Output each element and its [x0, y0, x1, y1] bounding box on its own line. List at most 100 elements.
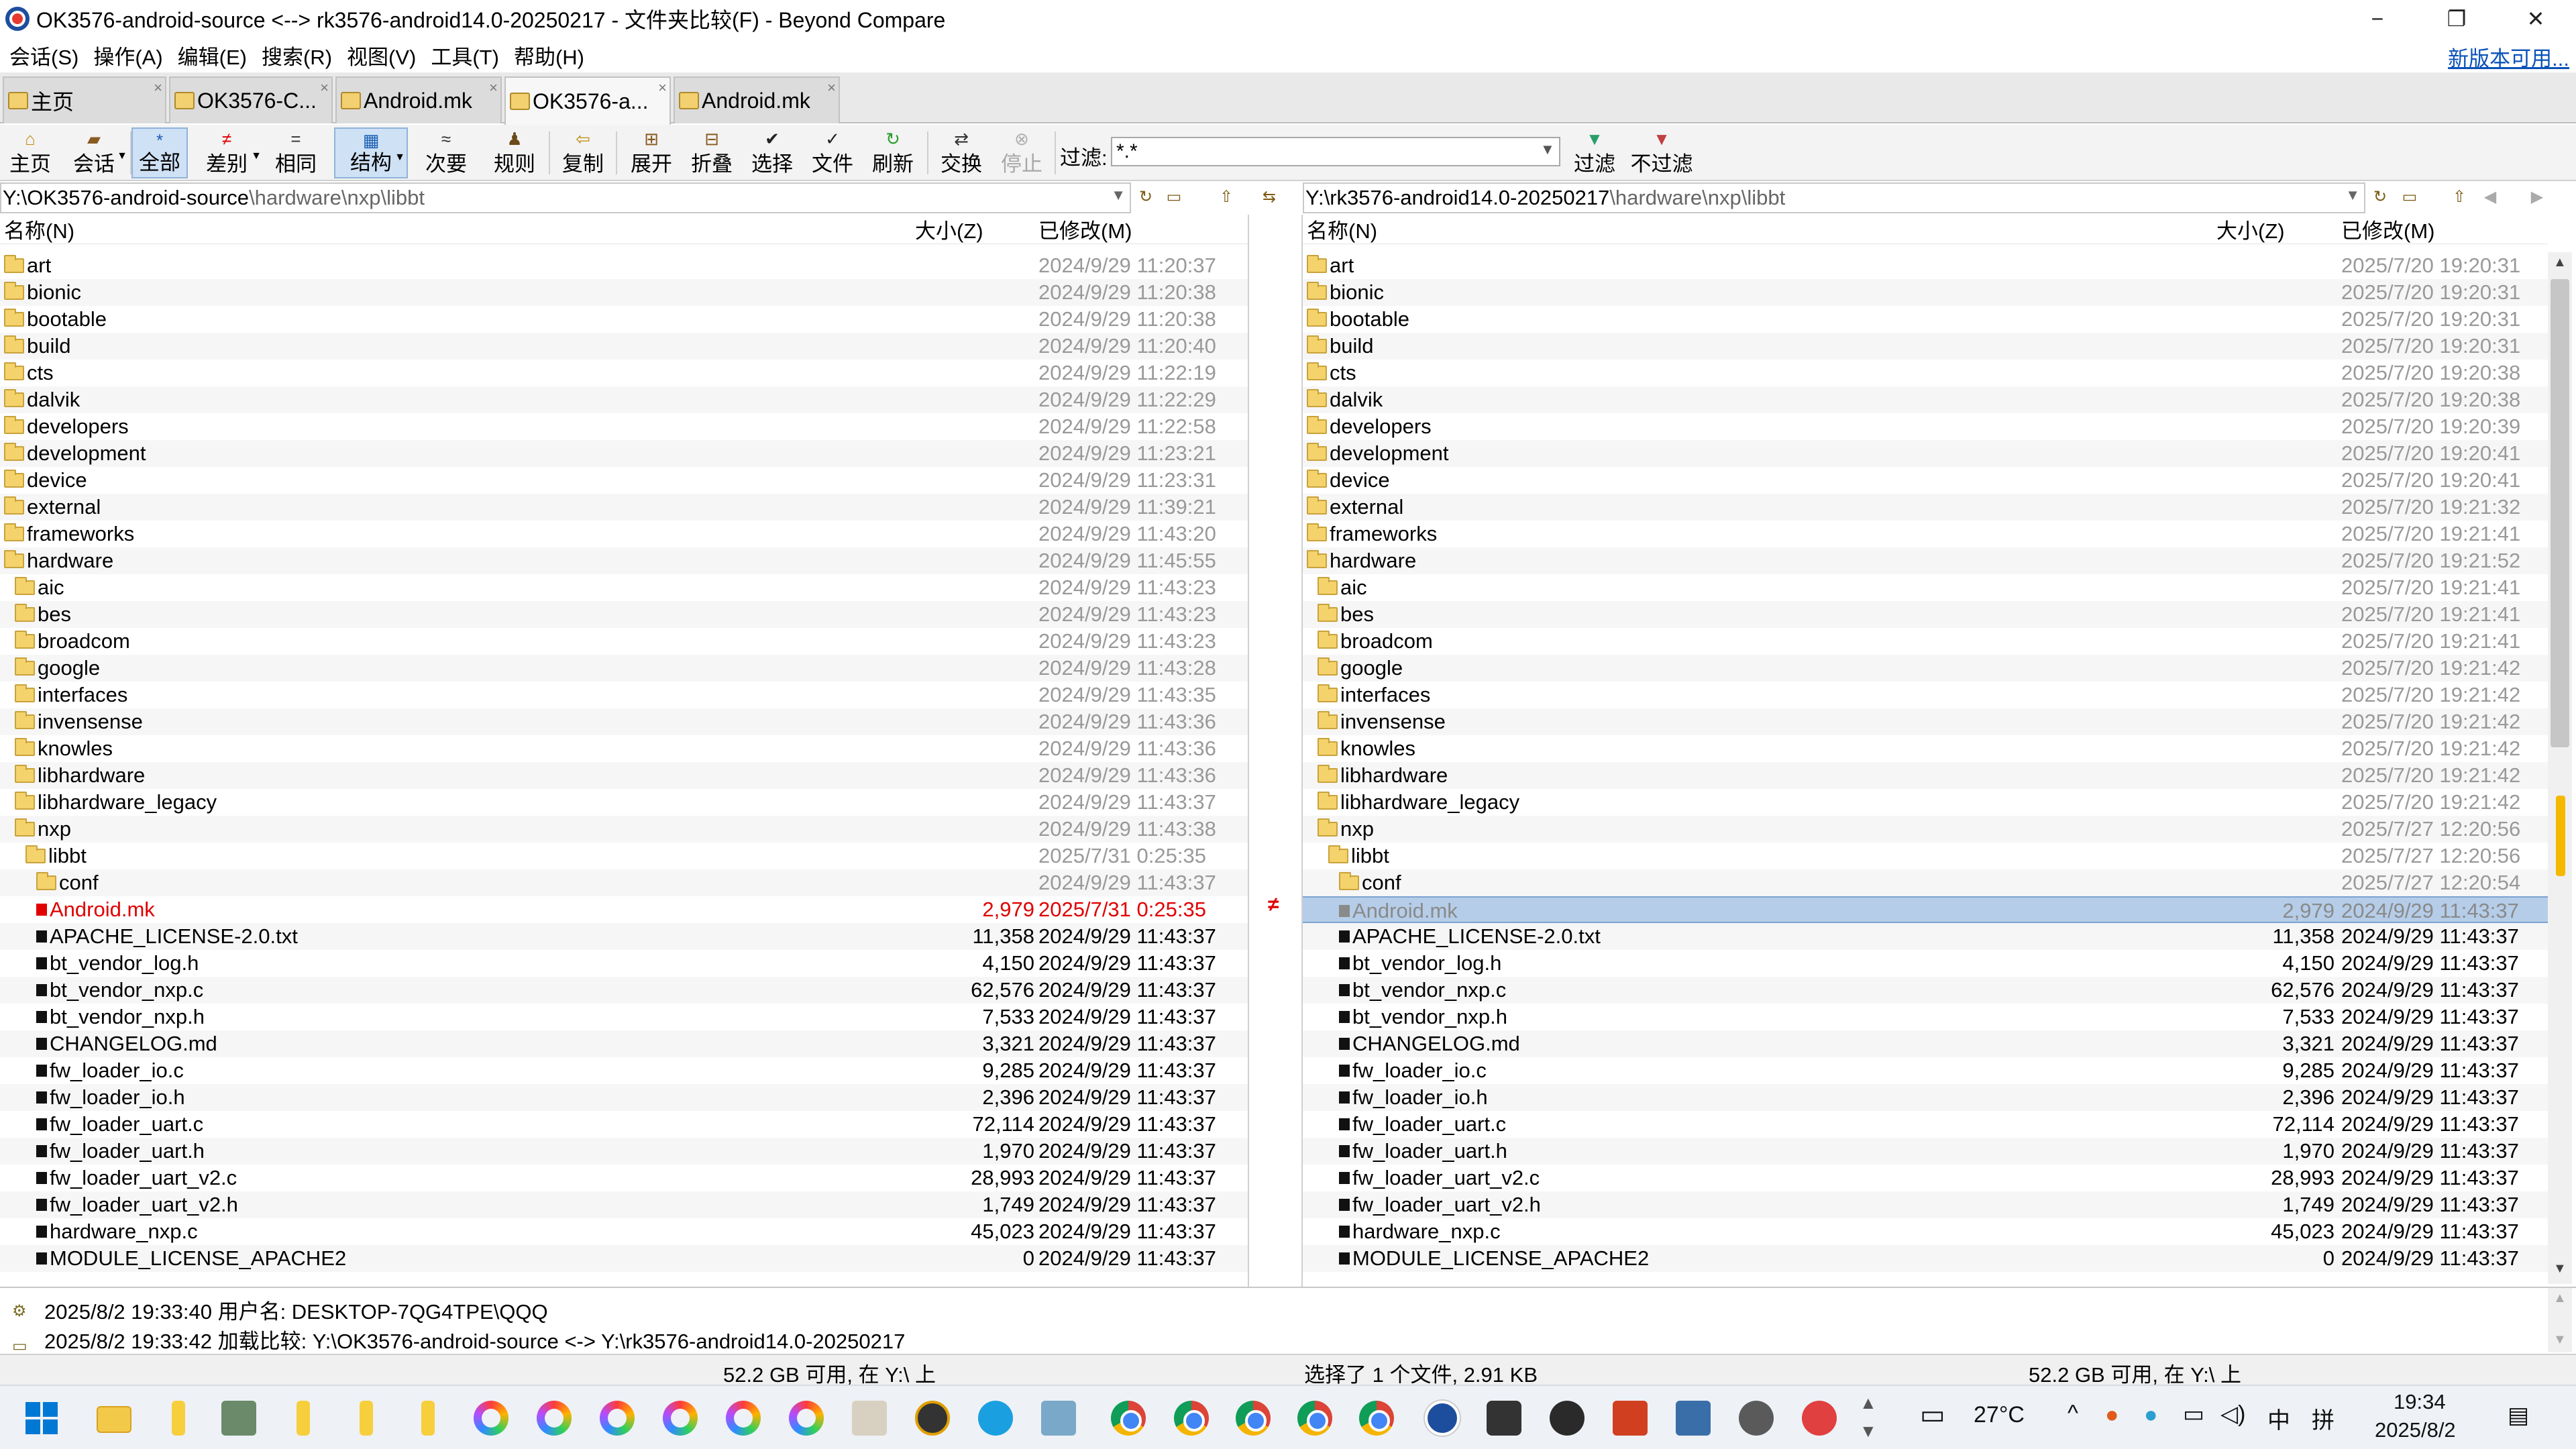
right-path-bar[interactable]: Y:\rk3576-android14.0-20250217 \hardware\… [1303, 182, 2365, 213]
folder-row[interactable]: nxp 2024/9/29 11:43:38 [0, 816, 1248, 843]
note-icon[interactable] [286, 1401, 321, 1436]
collapse-button[interactable]: ⊟ 折叠 [682, 127, 742, 178]
folder-row[interactable]: libbt 2025/7/27 12:20:56 [1303, 843, 2548, 869]
tab-text-compare-1[interactable]: Android.mk × [335, 76, 502, 123]
menu-actions[interactable]: 操作(A) [86, 40, 170, 70]
weather-temperature[interactable]: 27°C [1974, 1402, 2025, 1428]
file-row[interactable]: fw_loader_uart_v2.h 1,749 2024/9/29 11:43:… [1303, 1191, 2548, 1218]
filter-dropdown-icon[interactable]: ▼ [1540, 141, 1555, 158]
taskbar-scroll-down-icon[interactable]: ▼ [1860, 1421, 1877, 1442]
note-icon[interactable] [349, 1401, 384, 1436]
tab-close-icon[interactable]: × [489, 79, 498, 97]
file-row[interactable]: fw_loader_io.c 9,285 2024/9/29 11:43:37 [0, 1057, 1248, 1084]
edge-app-icon[interactable] [978, 1401, 1013, 1436]
folder-row[interactable]: external 2025/7/20 19:21:32 [1303, 494, 2548, 521]
left-history-icon[interactable]: ↻ [1134, 186, 1158, 208]
file-row[interactable]: bt_vendor_nxp.h 7,533 2024/9/29 11:43:37 [1303, 1004, 2548, 1030]
show-same-button[interactable]: = 相同 [266, 127, 326, 178]
scroll-down-icon[interactable]: ▼ [2553, 1261, 2567, 1277]
tray-app-icon[interactable]: ● [2105, 1402, 2119, 1428]
swap-paths-icon[interactable]: ⇆ [1257, 186, 1281, 208]
file-row[interactable]: fw_loader_uart.h 1,970 2024/9/29 11:43:37 [0, 1138, 1248, 1165]
folder-row[interactable]: cts 2024/9/29 11:22:19 [0, 360, 1248, 386]
folder-row[interactable]: bionic 2024/9/29 11:20:38 [0, 279, 1248, 306]
app-icon[interactable] [1613, 1401, 1648, 1436]
file-row[interactable]: fw_loader_io.h 2,396 2024/9/29 11:43:37 [0, 1084, 1248, 1111]
folder-row[interactable]: bes 2024/9/29 11:43:23 [0, 601, 1248, 628]
folder-row[interactable]: bootable 2025/7/20 19:20:31 [1303, 306, 2548, 333]
expand-button[interactable]: ⊞ 展开 [621, 127, 682, 178]
right-history-icon[interactable]: ↻ [2368, 186, 2392, 208]
refresh-button[interactable]: ↻ 刷新 [863, 127, 923, 178]
file-row[interactable]: Android.mk 2,979 2025/7/31 0:25:35 [0, 896, 1248, 923]
left-parent-folder-icon[interactable]: ⇧ [1214, 186, 1238, 208]
select-button[interactable]: ✔ 选择 [742, 127, 802, 178]
start-windows-icon[interactable] [24, 1401, 59, 1436]
folder-row[interactable]: interfaces 2024/9/29 11:43:35 [0, 682, 1248, 708]
left-modified-column-header[interactable]: 已修改(M) [1038, 215, 1132, 244]
folder-row[interactable]: external 2024/9/29 11:39:21 [0, 494, 1248, 521]
tab-home[interactable]: 主页 × [3, 76, 166, 123]
forward-icon[interactable]: ▶ [2525, 186, 2549, 208]
log-scrollbar[interactable]: ▲ ▼ [2548, 1288, 2572, 1352]
taskbar-scroll-up-icon[interactable]: ▲ [1860, 1393, 1877, 1413]
tray-app-icon[interactable]: ● [2144, 1402, 2158, 1428]
ring-app-icon[interactable] [663, 1401, 698, 1436]
filter-button[interactable]: ▼ 过滤 [1566, 127, 1623, 178]
folder-row[interactable]: art 2025/7/20 19:20:31 [1303, 252, 2548, 279]
clock-date[interactable]: 2025/8/2 [2375, 1418, 2456, 1442]
left-name-column-header[interactable]: 名称(N) [4, 215, 74, 244]
right-parent-folder-icon[interactable]: ⇧ [2447, 186, 2471, 208]
file-explorer-icon[interactable] [97, 1406, 131, 1433]
right-modified-column-header[interactable]: 已修改(M) [2341, 215, 2434, 244]
file-row[interactable]: Android.mk 2,979 2024/9/29 11:43:37 [1303, 896, 2548, 923]
folder-row[interactable]: aic 2024/9/29 11:43:23 [0, 574, 1248, 601]
session-button[interactable]: ▰ 会话 ▼ [59, 127, 129, 178]
file-row[interactable]: bt_vendor_nxp.c 62,576 2024/9/29 11:43:37 [1303, 977, 2548, 1004]
tab-close-icon[interactable]: × [658, 79, 667, 97]
tab-folder-compare-active[interactable]: OK3576-a... × [504, 76, 671, 125]
note-icon[interactable] [411, 1401, 445, 1436]
folder-row[interactable]: frameworks 2024/9/29 11:43:20 [0, 521, 1248, 547]
folder-row[interactable]: broadcom 2024/9/29 11:43:23 [0, 628, 1248, 655]
right-vertical-scrollbar[interactable]: ▲ ▼ [2548, 252, 2572, 1284]
chrome-icon[interactable] [1111, 1401, 1146, 1436]
folder-row[interactable]: google 2025/7/20 19:21:42 [1303, 655, 2548, 682]
folder-row[interactable]: libhardware 2025/7/20 19:21:42 [1303, 762, 2548, 789]
file-row[interactable]: fw_loader_uart.c 72,114 2024/9/29 11:43:37 [1303, 1111, 2548, 1138]
file-row[interactable]: APACHE_LICENSE-2.0.txt 11,358 2024/9/29 11… [0, 923, 1248, 950]
file-row[interactable]: CHANGELOG.md 3,321 2024/9/29 11:43:37 [1303, 1030, 2548, 1057]
right-name-column-header[interactable]: 名称(N) [1307, 215, 1377, 244]
folder-row[interactable]: device 2024/9/29 11:23:31 [0, 467, 1248, 494]
folder-row[interactable]: nxp 2025/7/27 12:20:56 [1303, 816, 2548, 843]
folder-row[interactable]: libhardware_legacy 2025/7/20 19:21:42 [1303, 789, 2548, 816]
file-row[interactable]: CHANGELOG.md 3,321 2024/9/29 11:43:37 [0, 1030, 1248, 1057]
right-size-column-header[interactable]: 大小(Z) [2216, 215, 2285, 244]
menu-session[interactable]: 会话(S) [0, 40, 86, 70]
chrome-icon[interactable] [1359, 1401, 1394, 1436]
scrollbar-thumb[interactable] [2551, 279, 2569, 747]
notification-icon[interactable]: ▤ [2508, 1402, 2529, 1429]
tab-close-icon[interactable]: × [154, 79, 162, 97]
ring-app-icon[interactable] [537, 1401, 572, 1436]
pen-app-icon[interactable] [852, 1401, 887, 1436]
chrome-icon[interactable] [1174, 1401, 1209, 1436]
audio-app-icon[interactable] [1550, 1401, 1585, 1436]
file-row[interactable]: fw_loader_io.h 2,396 2024/9/29 11:43:37 [1303, 1084, 2548, 1111]
folder-row[interactable]: conf 2025/7/27 12:20:54 [1303, 869, 2548, 896]
folder-row[interactable]: google 2024/9/29 11:43:28 [0, 655, 1248, 682]
file-row[interactable]: hardware_nxp.c 45,023 2024/9/29 11:43:37 [0, 1218, 1248, 1245]
folder-row[interactable]: interfaces 2025/7/20 19:21:42 [1303, 682, 2548, 708]
swap-button[interactable]: ⇄ 交换 [932, 127, 990, 178]
folder-row[interactable]: invensense 2024/9/29 11:43:36 [0, 708, 1248, 735]
scroll-up-icon[interactable]: ▲ [2553, 255, 2567, 270]
folder-row[interactable]: conf 2024/9/29 11:43:37 [0, 869, 1248, 896]
rules-button[interactable]: ♟ 规则 [484, 127, 545, 178]
right-browse-folder-icon[interactable]: ▭ [2398, 186, 2422, 208]
menu-search[interactable]: 搜索(R) [254, 40, 339, 70]
left-size-column-header[interactable]: 大小(Z) [915, 215, 983, 244]
scroll-up-icon[interactable]: ▲ [2553, 1291, 2567, 1306]
folder-row[interactable]: art 2024/9/29 11:20:37 [0, 252, 1248, 279]
ring-app-icon[interactable] [474, 1401, 508, 1436]
chrome-icon[interactable] [1236, 1401, 1271, 1436]
